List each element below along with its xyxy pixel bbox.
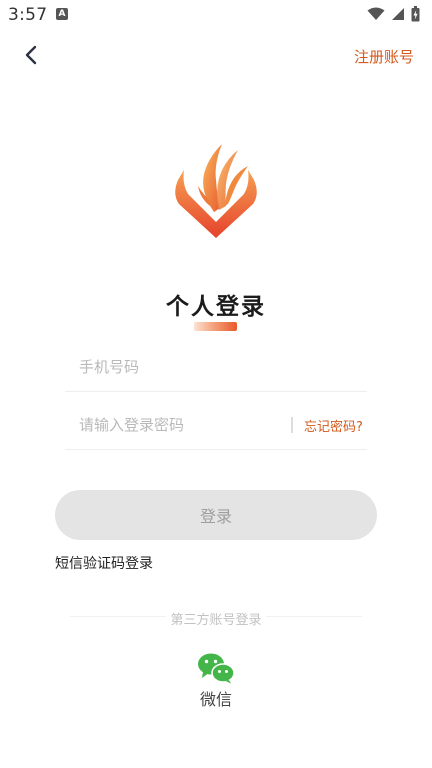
register-account-link[interactable]: 注册账号 (354, 46, 414, 67)
wechat-icon (198, 653, 235, 684)
title-underline (194, 322, 237, 331)
password-field: 忘记密码? (65, 400, 367, 450)
chevron-left-icon (25, 45, 37, 65)
password-input[interactable] (79, 412, 279, 438)
wifi-icon (367, 7, 385, 20)
battery-icon (411, 6, 420, 22)
back-button[interactable] (18, 42, 44, 68)
app-logo (170, 140, 262, 240)
status-icons (367, 6, 420, 22)
notification-app-icon: A (56, 8, 68, 20)
phone-field (65, 342, 367, 392)
sms-code-login-link[interactable]: 短信验证码登录 (55, 553, 153, 573)
login-button[interactable]: 登录 (55, 490, 377, 540)
forgot-password-link[interactable]: 忘记密码? (304, 416, 363, 435)
third-party-label: 第三方账号登录 (0, 609, 432, 628)
signal-icon (392, 8, 404, 20)
field-divider (291, 417, 293, 433)
page-title: 个人登录 (166, 294, 266, 320)
status-time: 3:57 (8, 5, 48, 25)
wechat-login-button[interactable]: 微信 (186, 652, 246, 712)
phone-input[interactable] (79, 354, 279, 380)
status-bar: 3:57 A (0, 0, 432, 30)
wechat-label: 微信 (199, 690, 232, 709)
